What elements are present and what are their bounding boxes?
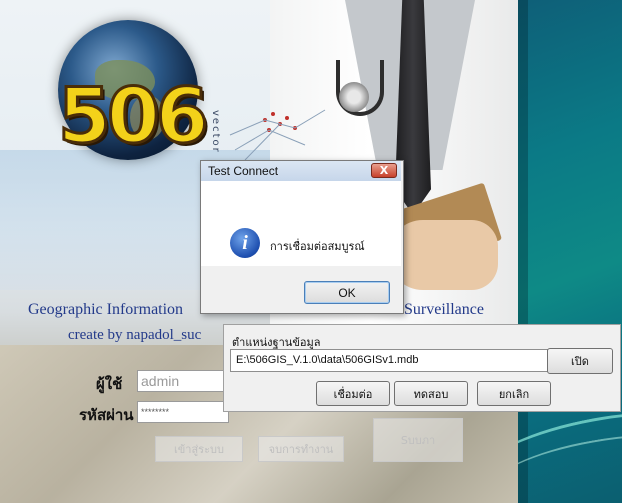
desktop-wallpaper — [518, 0, 622, 503]
vector-label: vector — [210, 110, 221, 154]
database-panel: ตำแหน่งฐานข้อมูล E:\506GIS_V.1.0\data\50… — [223, 324, 621, 412]
close-icon[interactable]: X — [371, 163, 397, 178]
open-button[interactable]: เปิด — [547, 348, 613, 374]
login-button[interactable]: เข้าสู่ระบบ — [155, 436, 243, 462]
dialog-message: การเชื่อมต่อสมบูรณ์ — [270, 240, 365, 253]
ghost-button: Sบบภา — [373, 418, 463, 462]
app-title-left: Geographic Information — [28, 301, 184, 318]
test-connect-dialog: Test Connect X i การเชื่อมต่อสมบูรณ์ OK — [200, 160, 404, 314]
user-label: ผู้ใช้ — [96, 377, 123, 393]
credit-text: create by napadol_suc — [68, 327, 202, 343]
exit-button[interactable]: จบการทำงาน — [258, 436, 344, 462]
dialog-title: Test Connect — [208, 164, 279, 178]
ok-button[interactable]: OK — [304, 281, 390, 304]
hand-image — [388, 220, 498, 290]
user-input[interactable]: admin — [137, 370, 229, 392]
dialog-titlebar[interactable]: Test Connect X — [201, 161, 401, 182]
connect-button[interactable]: เชื่อมต่อ — [316, 381, 390, 406]
test-button[interactable]: ทดสอบ — [394, 381, 468, 406]
password-input[interactable]: ******** — [137, 401, 229, 423]
wallpaper-shade — [518, 0, 528, 503]
database-path-input[interactable]: E:\506GIS_V.1.0\data\506GISv1.mdb — [230, 349, 548, 372]
stethoscope-head — [339, 82, 369, 112]
dialog-content: i การเชื่อมต่อสมบูรณ์ — [201, 181, 401, 269]
password-label: รหัสผ่าน — [79, 408, 134, 424]
app-logo: 506 — [57, 71, 211, 160]
cancel-button[interactable]: ยกเลิก — [477, 381, 551, 406]
app-title-right: Surveillance — [404, 301, 484, 318]
info-icon: i — [230, 228, 260, 258]
